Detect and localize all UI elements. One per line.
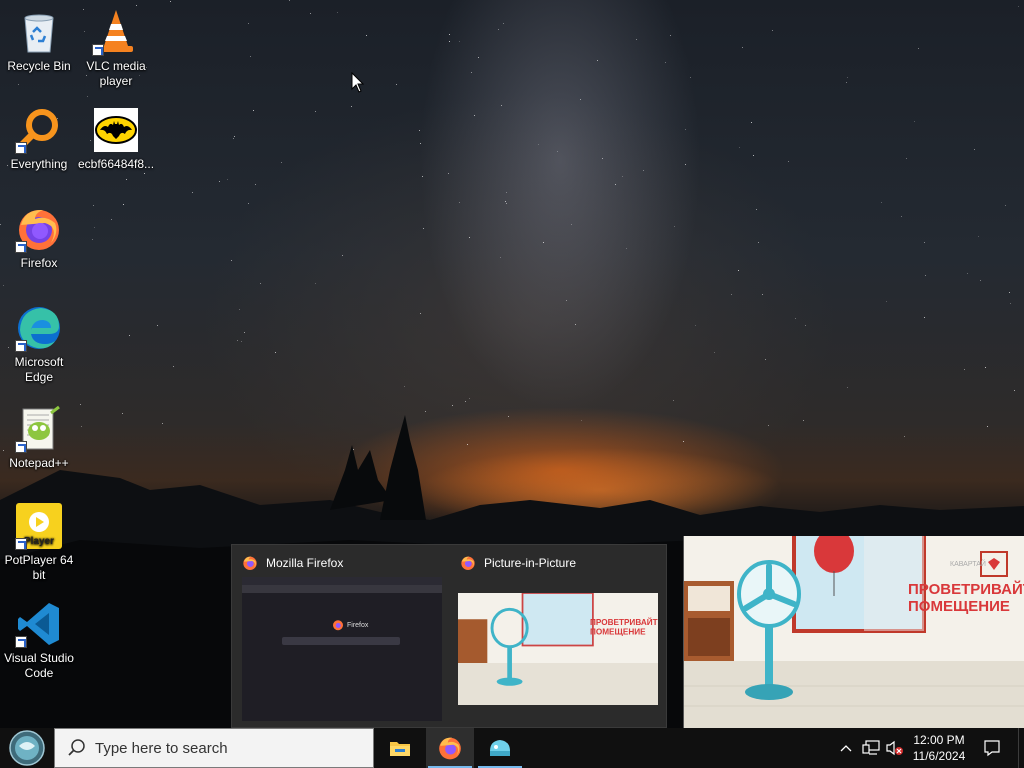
show-desktop-button[interactable] — [1018, 728, 1024, 768]
firefox-icon — [461, 556, 475, 570]
search-icon — [68, 739, 85, 756]
mouse-cursor-icon — [351, 72, 365, 93]
taskbar-firefox[interactable] — [426, 728, 474, 768]
desktop-icon-potplayer[interactable]: Player PotPlayer 64 bit — [1, 502, 77, 583]
picture-in-picture-window[interactable]: КАВАРТАЙ ПРОВЕТРИВАЙТЕ ПОМЕЩЕНИЕ — [683, 536, 1024, 728]
firefox-icon — [439, 737, 461, 760]
shortcut-arrow-icon — [15, 441, 27, 453]
desktop-icon-recycle-bin[interactable]: Recycle Bin — [1, 8, 77, 74]
taskbar-search-box[interactable]: Type here to search — [54, 728, 374, 768]
desktop-icon-label: ecbf66484f8... — [78, 157, 155, 171]
preview-logo-text: Firefox — [347, 621, 369, 629]
batman-image-icon — [94, 108, 138, 152]
desktop-icon-label: Notepad++ — [9, 456, 69, 470]
desktop-icon-edge[interactable]: Microsoft Edge — [1, 304, 77, 385]
desktop-icon-label: Recycle Bin — [7, 59, 71, 73]
desktop-icon-firefox[interactable]: Firefox — [1, 205, 77, 271]
recycle-bin-icon — [24, 14, 54, 53]
start-button[interactable] — [0, 728, 54, 768]
show-hidden-icons-button[interactable] — [836, 728, 856, 768]
pip-video-preview: ПРОВЕТРИВАЙТЕ ПОМЕЩЕНИЕ — [458, 593, 658, 705]
taskbar: Type here to search 12:00 PM 11/6/2024 — [0, 728, 1024, 768]
thumbnail-picture-in-picture[interactable]: Picture-in-Picture ПРОВЕТРИВАЙТЕ ПОМЕЩЕН… — [450, 545, 668, 729]
video-caption-line1: ПРОВЕТРИВАЙТЕ — [590, 616, 658, 627]
app-icon — [490, 740, 510, 756]
desktop-icon-label: Microsoft Edge — [14, 355, 64, 384]
file-explorer-icon — [390, 742, 410, 756]
video-watermark: КАВАРТАЙ — [950, 559, 986, 568]
network-tray-button[interactable] — [860, 728, 882, 768]
thumbnail-title: Mozilla Firefox — [266, 556, 344, 570]
taskbar-clock[interactable]: 12:00 PM 11/6/2024 — [904, 728, 974, 768]
thumbnail-mozilla-firefox[interactable]: Mozilla Firefox Firefox — [232, 545, 450, 729]
video-caption-line2: ПОМЕЩЕНИЕ — [590, 627, 646, 636]
start-orb-icon — [9, 730, 45, 766]
desktop-icon-label: Everything — [10, 157, 68, 171]
taskbar-thumbnail-popup: Mozilla Firefox Firefox Picture-in-Pictu… — [231, 544, 667, 728]
search-placeholder: Type here to search — [95, 739, 228, 757]
shortcut-arrow-icon — [15, 538, 27, 550]
volume-tray-button[interactable] — [884, 728, 906, 768]
pip-video: КАВАРТАЙ ПРОВЕТРИВАЙТЕ ПОМЕЩЕНИЕ — [684, 536, 1024, 728]
firefox-window-preview: Firefox — [242, 577, 442, 721]
desktop-icon-notepadpp[interactable]: Notepad++ — [1, 405, 77, 471]
desktop-icon-everything[interactable]: Everything — [1, 106, 77, 172]
notification-icon — [984, 740, 1000, 757]
volume-muted-icon — [886, 740, 903, 756]
desktop-icon-label: Visual Studio Code — [4, 651, 74, 680]
firefox-icon — [243, 556, 257, 570]
action-center-button[interactable] — [976, 728, 1008, 768]
thumbnail-title: Picture-in-Picture — [484, 556, 577, 570]
potplayer-badge: Player — [24, 536, 54, 547]
taskbar-file-explorer[interactable] — [376, 728, 424, 768]
taskbar-app[interactable] — [476, 728, 524, 768]
video-caption-line1: ПРОВЕТРИВАЙТЕ — [908, 580, 1024, 598]
desktop-icon-vlc[interactable]: VLC media player — [78, 8, 154, 89]
shortcut-arrow-icon — [15, 241, 27, 253]
network-icon — [862, 740, 880, 755]
shortcut-arrow-icon — [15, 340, 27, 352]
shortcut-arrow-icon — [92, 44, 104, 56]
shortcut-arrow-icon — [15, 142, 27, 154]
desktop-icon-image-file[interactable]: ecbf66484f8... — [78, 106, 154, 172]
clock-date: 11/6/2024 — [912, 749, 966, 763]
video-caption-line2: ПОМЕЩЕНИЕ — [908, 598, 1010, 615]
shortcut-arrow-icon — [15, 636, 27, 648]
desktop-icon-label: PotPlayer 64 bit — [4, 553, 74, 582]
firefox-icon — [333, 620, 343, 631]
clock-time: 12:00 PM — [913, 733, 965, 747]
desktop-icon-label: Firefox — [20, 256, 58, 270]
desktop-icon-vscode[interactable]: Visual Studio Code — [1, 600, 77, 681]
chevron-up-icon — [840, 745, 852, 752]
desktop-icon-label: VLC media player — [86, 59, 146, 88]
